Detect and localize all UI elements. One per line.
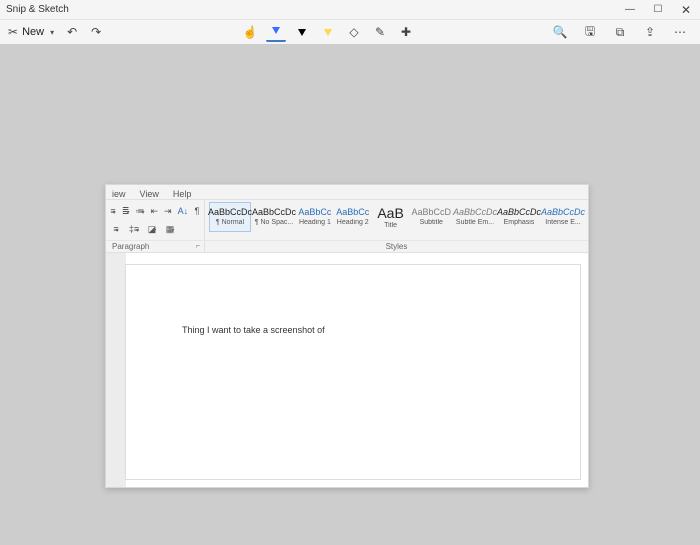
toolbar-right: 🔍 🖫 ⧉ ⇪ ⋯ — [550, 22, 696, 42]
captured-word-window: iew View Help ≡▾ ≣▾ ≔▾ ⇤ ⇥ A↓ ¶ ≡▾ ‡≡▾ ◪… — [105, 184, 589, 488]
word-ribbon: ≡▾ ≣▾ ≔▾ ⇤ ⇥ A↓ ¶ ≡▾ ‡≡▾ ◪▾ ▦▾ AaBbCcDc — [106, 199, 588, 241]
style-no-spacing[interactable]: AaBbCcDc ¶ No Spac... — [253, 202, 295, 232]
style-subtitle[interactable]: AaBbCcD Subtitle — [410, 202, 452, 232]
save-button[interactable]: 🖫 — [580, 22, 600, 42]
new-snip-button[interactable]: ✂ New ▾ — [4, 22, 58, 42]
save-icon: 🖫 — [585, 22, 595, 43]
window-title: Snip & Sketch — [6, 4, 69, 15]
paragraph-launcher-icon[interactable]: ⌐ — [196, 243, 200, 250]
zoom-icon: 🔍 — [553, 25, 568, 39]
capture-canvas[interactable]: iew View Help ≡▾ ≣▾ ≔▾ ⇤ ⇥ A↓ ¶ ≡▾ ‡≡▾ ◪… — [0, 44, 700, 545]
word-tab-partial[interactable]: iew — [112, 189, 126, 199]
highlighter-icon — [324, 29, 332, 36]
style-title[interactable]: AaB Title — [373, 202, 409, 232]
title-bar: Snip & Sketch — ☐ ✕ — [0, 0, 700, 20]
borders-icon[interactable]: ▦▾ — [164, 224, 176, 235]
style-heading-1[interactable]: AaBbCc Heading 1 — [297, 202, 333, 232]
paragraph-group: ≡▾ ≣▾ ≔▾ ⇤ ⇥ A↓ ¶ ≡▾ ‡≡▾ ◪▾ ▦▾ — [106, 200, 205, 240]
undo-button[interactable]: ↶ — [62, 22, 82, 42]
share-icon: ⇪ — [645, 25, 655, 39]
sort-icon[interactable]: A↓ — [178, 206, 189, 216]
eraser-button[interactable]: ◇ — [344, 22, 364, 42]
app-toolbar: ✂ New ▾ ↶ ↷ ☝ ◇ ✎ ✚ 🔍 🖫 ⧉ ⇪ ⋯ — [0, 20, 700, 44]
pen-blue-button[interactable] — [266, 22, 286, 42]
maximize-button[interactable]: ☐ — [644, 0, 672, 20]
close-button[interactable]: ✕ — [672, 0, 700, 20]
word-tab-help[interactable]: Help — [173, 189, 192, 199]
eraser-icon: ◇ — [349, 25, 358, 39]
decrease-indent-icon[interactable]: ⇤ — [150, 206, 158, 217]
new-dropdown-chevron-icon[interactable]: ▾ — [50, 28, 54, 37]
paragraph-group-label: Paragraph ⌐ — [106, 241, 205, 252]
increase-indent-icon[interactable]: ⇥ — [164, 206, 172, 217]
touch-writing-button[interactable]: ☝ — [240, 22, 260, 42]
style-heading-2[interactable]: AaBbCc Heading 2 — [335, 202, 371, 232]
style-subtle-emphasis[interactable]: AaBbCcDc Subtle Em... — [454, 202, 496, 232]
copy-button[interactable]: ⧉ — [610, 22, 630, 42]
copy-icon: ⧉ — [616, 25, 625, 40]
word-tab-view[interactable]: View — [140, 189, 159, 199]
pen-black-icon — [298, 29, 306, 36]
style-normal[interactable]: AaBbCcDc ¶ Normal — [209, 202, 251, 232]
ruler-icon: ✎ — [375, 25, 385, 39]
ruler-button[interactable]: ✎ — [370, 22, 390, 42]
redo-icon: ↷ — [91, 25, 101, 39]
style-emphasis[interactable]: AaBbCcDc Emphasis — [498, 202, 540, 232]
snip-icon: ✂ — [8, 25, 18, 39]
crop-icon: ✚ — [401, 25, 411, 39]
touch-icon: ☝ — [243, 25, 258, 39]
more-icon: ⋯ — [674, 25, 686, 39]
pen-black-button[interactable] — [292, 22, 312, 42]
styles-group-label: Styles — [205, 241, 588, 252]
minimize-button[interactable]: — — [616, 0, 644, 20]
word-ribbon-tabs: iew View Help — [106, 185, 588, 199]
share-button[interactable]: ⇪ — [640, 22, 660, 42]
highlighter-button[interactable] — [318, 22, 338, 42]
multilevel-icon[interactable]: ≔▾ — [135, 206, 144, 217]
show-marks-icon[interactable]: ¶ — [194, 206, 200, 216]
zoom-button[interactable]: 🔍 — [550, 22, 570, 42]
styles-gallery[interactable]: AaBbCcDc ¶ Normal AaBbCcDc ¶ No Spac... … — [205, 200, 588, 240]
ribbon-group-labels: Paragraph ⌐ Styles — [106, 241, 588, 253]
numbering-icon[interactable]: ≣▾ — [122, 206, 130, 217]
document-body-text: Thing I want to take a screenshot of — [182, 325, 325, 335]
crop-button[interactable]: ✚ — [396, 22, 416, 42]
new-label: New — [22, 26, 44, 38]
style-intense-emphasis[interactable]: AaBbCcDc Intense E... — [542, 202, 584, 232]
undo-icon: ↶ — [67, 25, 77, 39]
line-spacing-icon[interactable]: ‡≡▾ — [128, 224, 140, 234]
pen-tools: ☝ ◇ ✎ ✚ — [240, 22, 416, 42]
bullets-icon[interactable]: ≡▾ — [110, 206, 116, 216]
more-button[interactable]: ⋯ — [670, 22, 690, 42]
word-page[interactable]: Thing I want to take a screenshot of — [126, 265, 580, 479]
word-left-gutter — [106, 253, 126, 487]
align-left-icon[interactable]: ≡▾ — [110, 224, 122, 234]
redo-button[interactable]: ↷ — [86, 22, 106, 42]
shading-icon[interactable]: ◪▾ — [146, 224, 158, 235]
pen-blue-icon — [272, 27, 280, 34]
